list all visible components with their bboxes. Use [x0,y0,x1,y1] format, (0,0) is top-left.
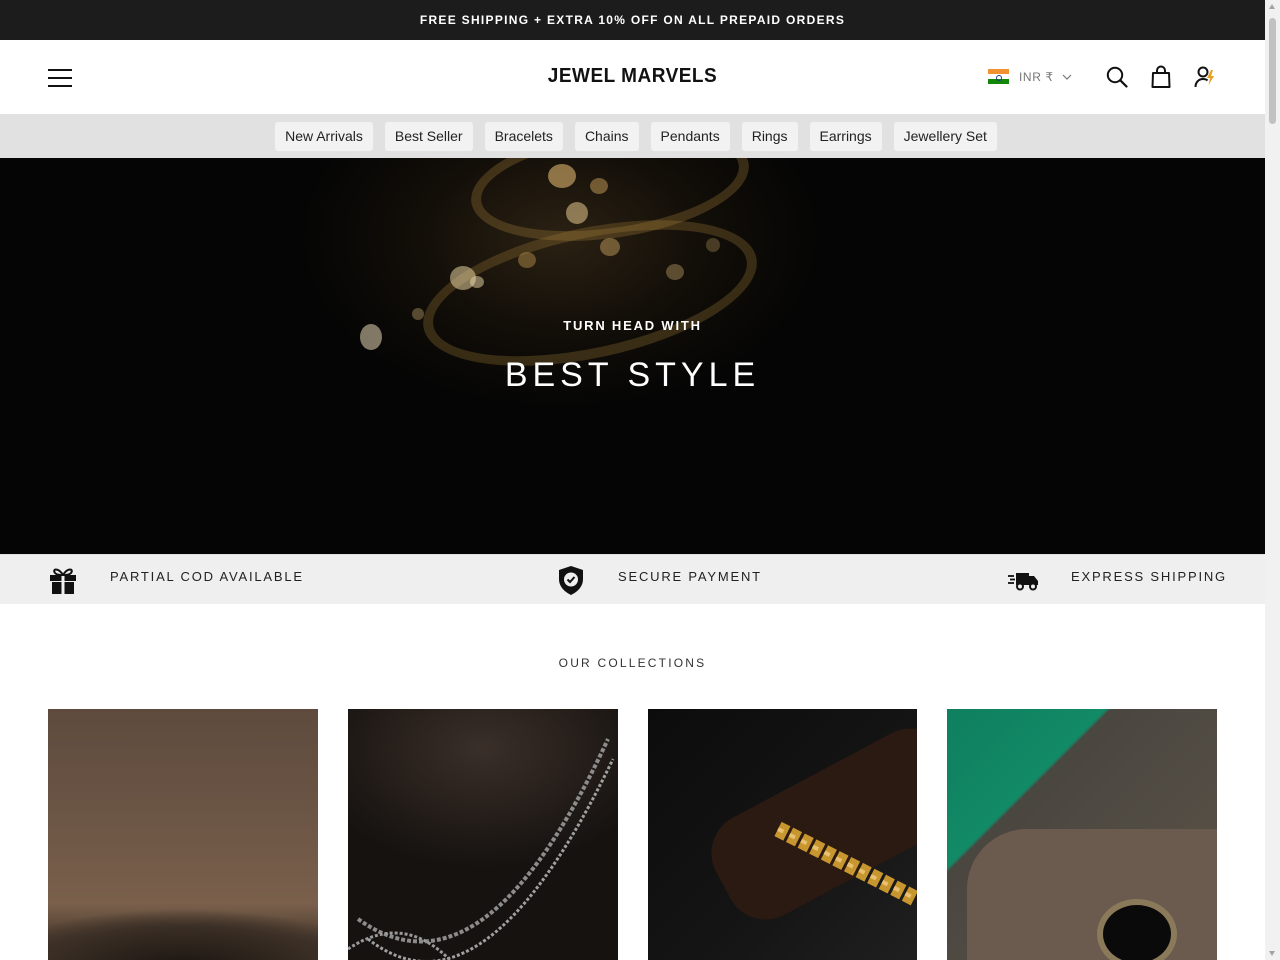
hero-bokeh [600,238,620,256]
hero-bokeh [706,238,720,252]
feature-label: EXPRESS SHIPPING [1071,568,1227,584]
storefront-page: FREE SHIPPING + EXTRA 10% OFF ON ALL PRE… [0,0,1265,960]
tile-hand [967,829,1217,960]
scroll-up-arrow-icon[interactable] [1269,4,1275,9]
hero-banner[interactable]: TURN HEAD WITH BEST STYLE [0,158,1265,554]
tile-neck-shadow [48,879,318,960]
search-icon[interactable] [1106,66,1128,88]
logo-text[interactable]: JEWEL MARVELS [548,65,717,88]
category-earrings[interactable]: Earrings [809,121,882,151]
currency-label: INR ₹ [1019,69,1054,84]
category-rings[interactable]: Rings [741,121,798,151]
collection-tile[interactable] [48,709,318,960]
scroll-down-arrow-icon[interactable] [1269,951,1275,956]
shield-check-icon [559,566,583,595]
collection-tile[interactable] [947,709,1217,960]
category-nav: New Arrivals Best Seller Bracelets Chain… [0,114,1265,158]
hero-bokeh [518,252,536,268]
hero-bokeh [470,276,484,288]
feature-express-shipping: EXPRESS SHIPPING [1007,555,1227,605]
category-pendants[interactable]: Pendants [650,121,730,151]
feature-label: PARTIAL COD AVAILABLE [110,568,304,584]
category-new-arrivals[interactable]: New Arrivals [275,121,373,151]
site-header: JEWEL MARVELS INR ₹ [0,40,1265,114]
feature-partial-cod: PARTIAL COD AVAILABLE [48,555,304,605]
announcement-bar: FREE SHIPPING + EXTRA 10% OFF ON ALL PRE… [0,0,1265,40]
page-scrollbar[interactable] [1265,0,1280,960]
chain-necklace-image [348,738,615,960]
category-chains[interactable]: Chains [574,121,639,151]
feature-secure-payment: SECURE PAYMENT [556,555,762,605]
hero-bokeh [666,264,684,280]
site-logo: JEWEL MARVELS [0,65,1265,88]
hero-bokeh [566,202,588,224]
india-flag-icon [988,69,1009,84]
ring-image [1097,899,1177,960]
gift-icon [50,568,76,594]
gold-bracelet-image [774,821,917,907]
hero-title: BEST STYLE [504,356,761,394]
collection-tile[interactable] [648,709,917,960]
hero-bokeh [590,178,608,194]
account-icon[interactable] [1194,65,1218,89]
collection-tile[interactable] [348,709,618,960]
category-bracelets[interactable]: Bracelets [484,121,563,151]
delivery-truck-icon [1008,573,1038,591]
announcement-text: FREE SHIPPING + EXTRA 10% OFF ON ALL PRE… [419,13,846,27]
hero-subtitle: TURN HEAD WITH [563,318,702,333]
bag-icon[interactable] [1151,65,1171,89]
collections-heading: OUR COLLECTIONS [558,656,707,670]
currency-selector[interactable]: INR ₹ [988,69,1072,84]
chevron-down-icon [1062,74,1072,80]
feature-bar: PARTIAL COD AVAILABLE SECURE PAYMENT EXP… [0,554,1265,604]
hero-bokeh [548,164,576,188]
scroll-thumb[interactable] [1269,18,1276,124]
feature-label: SECURE PAYMENT [618,568,762,584]
category-jewellery-set[interactable]: Jewellery Set [893,121,997,151]
category-best-seller[interactable]: Best Seller [384,121,473,151]
